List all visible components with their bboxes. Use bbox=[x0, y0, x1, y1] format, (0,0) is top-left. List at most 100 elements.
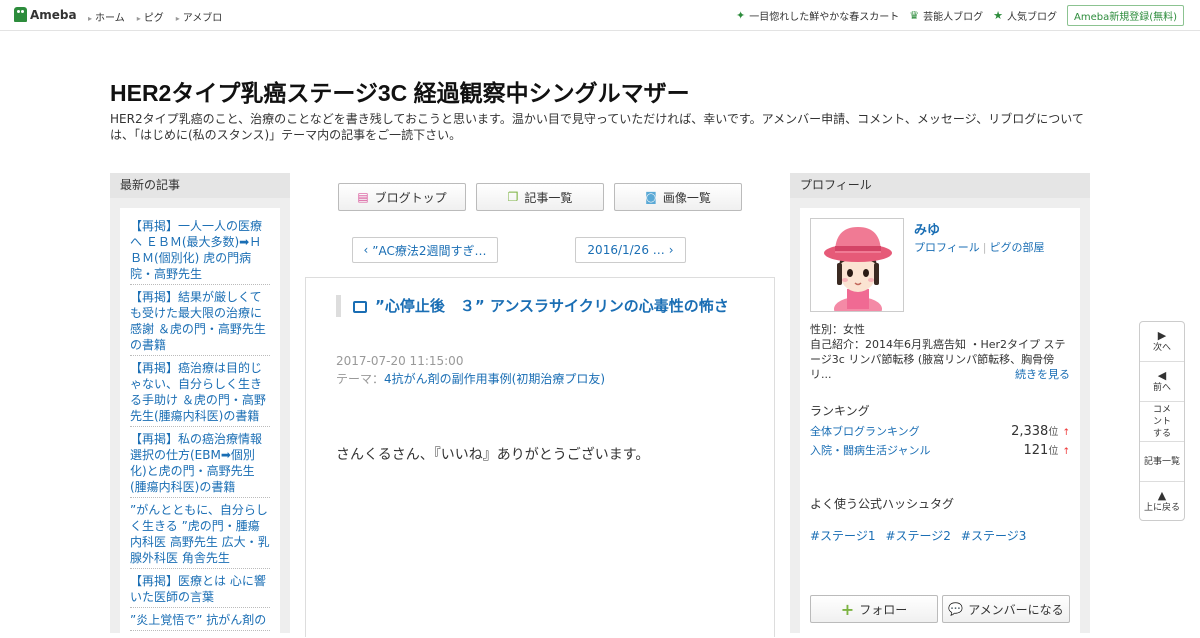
triangle-up-icon: ▲ bbox=[1157, 489, 1167, 502]
back-to-top-button[interactable]: ▲ 上に戻る bbox=[1140, 482, 1184, 522]
hashtag-link[interactable]: #ステージ1 bbox=[810, 527, 875, 544]
separator: | bbox=[982, 241, 987, 254]
image-list-label: 画像一覧 bbox=[662, 190, 711, 205]
speech-bubble-icon: 💬 bbox=[948, 602, 964, 616]
comment-label: コメントする bbox=[1152, 404, 1171, 439]
document-icon: ▤ bbox=[357, 190, 369, 204]
nav-pigg[interactable]: ▸ ピグ bbox=[137, 9, 164, 24]
pigg-room-link[interactable]: ピグの部屋 bbox=[990, 241, 1045, 254]
reblog-icon bbox=[353, 300, 367, 313]
profile-link[interactable]: プロフィール bbox=[914, 241, 980, 254]
ameba-logo[interactable]: Ameba bbox=[14, 7, 77, 22]
crown-icon: ♛ bbox=[909, 9, 920, 22]
hashtag-heading: よく使う公式ハッシュタグ bbox=[810, 497, 955, 511]
entry-theme: テーマ：4抗がん剤の副作用事例(初期治療プロ友) bbox=[336, 370, 605, 387]
promo-link[interactable]: ✦ 一目惚れした鮮やかな春スカート bbox=[736, 8, 899, 23]
overall-ranking-link[interactable]: 全体ブログランキング bbox=[810, 423, 920, 439]
ranking-row: 入院・闘病生活ジャンル 121位 ↑ bbox=[810, 442, 1070, 458]
ranking-row: 全体ブログランキング 2,338位 ↑ bbox=[810, 423, 1070, 439]
entry-title-text: ”心停止後 ３” アンスラサイクリンの心毒性の怖さ bbox=[375, 297, 729, 315]
blog-entry: ”心停止後 ３” アンスラサイクリンの心毒性の怖さ 2017-07-20 11:… bbox=[305, 277, 775, 637]
camera-icon: ◙ bbox=[645, 190, 657, 204]
recent-article-link[interactable]: 【再掲】一人一人の医療へ ＥＢＭ(最大多数)➡ＨＢＭ(個別化) 虎の門病院・高野… bbox=[130, 219, 262, 281]
floating-nav: ▶ 次へ ◀ 前へ コメントする 記事一覧 ▲ 上に戻る bbox=[1139, 321, 1185, 521]
nav-ameblo[interactable]: ▸ アメブロ bbox=[176, 9, 223, 24]
star-icon: ✦ bbox=[736, 9, 746, 22]
profile-links: プロフィール | ピグの部屋 bbox=[914, 239, 1045, 255]
list-icon: ❐ bbox=[507, 190, 519, 204]
star-icon: ★ bbox=[993, 9, 1003, 22]
plus-icon: + bbox=[840, 599, 855, 619]
next-button[interactable]: ▶ 次へ bbox=[1140, 322, 1184, 362]
celebrity-blog-label: 芸能人ブログ bbox=[923, 12, 984, 23]
recent-articles-list: 【再掲】一人一人の医療へ ＥＢＭ(最大多数)➡ＨＢＭ(個別化) 虎の門病院・高野… bbox=[120, 208, 280, 638]
blog-top-label: ブログトップ bbox=[374, 190, 447, 205]
top-nav: ▸ ホーム ▸ ピグ ▸ アメブロ bbox=[88, 9, 222, 24]
next-article-button[interactable]: 2016/1/26 … › bbox=[575, 237, 686, 263]
nav-pigg-label: ピグ bbox=[143, 13, 164, 24]
celebrity-blog-link[interactable]: ♛ 芸能人ブログ bbox=[909, 8, 983, 23]
play-left-icon: ◀ bbox=[1157, 368, 1167, 382]
top-bar: Ameba ▸ ホーム ▸ ピグ ▸ アメブロ ✦ 一目惚れした鮮やかな春スカート ♛ 芸… bbox=[0, 0, 1200, 31]
prev-label: 前へ bbox=[1152, 382, 1171, 393]
ameba-logo-icon bbox=[14, 7, 27, 22]
amember-label: アメンバーになる bbox=[968, 602, 1064, 617]
prev-button[interactable]: ◀ 前へ bbox=[1140, 362, 1184, 402]
profile-content: みゆ プロフィール | ピグの部屋 性別：女性 自己紹介：2014年6月乳癌告知 ・… bbox=[800, 208, 1080, 638]
amember-button[interactable]: 💬 アメンバーになる bbox=[942, 595, 1070, 623]
ranking-number: 121 bbox=[1023, 443, 1049, 458]
recent-article-link[interactable]: ”がんとともに、自分らしく生きる ”虎の門・腫瘍内科医 高野先生 広大・乳腺外科… bbox=[130, 503, 270, 565]
ranking-unit: 位 bbox=[1048, 446, 1059, 457]
recent-article-link[interactable]: ”炎上覚悟で” 抗がん剤の bbox=[130, 613, 266, 627]
blog-description: HER2タイプ乳癌のこと、治療のことなどを書き残しておこうと思います。温かい目で… bbox=[110, 112, 1084, 142]
recent-article-link[interactable]: 【再掲】癌治療は目的じゃない、自分らしく生きる手助け ＆虎の門・高野先生(腫瘍内… bbox=[130, 361, 266, 423]
recent-article-link[interactable]: 【再掲】私の癌治療情報選択の仕方(EBM➡個別化)と虎の門・高野先生(腫瘍内科医… bbox=[130, 432, 262, 494]
triangle-right-icon: ▸ bbox=[175, 14, 180, 23]
arrow-up-icon: ↑ bbox=[1062, 428, 1070, 438]
entry-title[interactable]: ”心停止後 ３” アンスラサイクリンの心毒性の怖さ bbox=[336, 295, 746, 317]
recent-articles-heading: 最新の記事 bbox=[110, 173, 290, 198]
recent-article-link[interactable]: 【再掲】医療とは 心に響いた医師の言葉 bbox=[130, 574, 266, 604]
entry-theme-link[interactable]: 4抗がん剤の副作用事例(初期治療プロ友) bbox=[384, 372, 605, 386]
next-article-label: 2016/1/26 … bbox=[587, 243, 665, 257]
article-list-label: 記事一覧 bbox=[524, 190, 573, 205]
arrow-up-icon: ↑ bbox=[1062, 447, 1070, 457]
entry-date: 2017-07-20 11:15:00 bbox=[336, 354, 464, 368]
blog-title[interactable]: HER2タイプ乳癌ステージ3C 経過観察中シングルマザー bbox=[110, 74, 690, 108]
image-list-button[interactable]: ◙ 画像一覧 bbox=[614, 183, 742, 211]
profile-gender: 性別：女性 bbox=[810, 323, 865, 336]
prev-article-label: ”AC療法2週間すぎ… bbox=[372, 243, 487, 258]
genre-ranking-link[interactable]: 入院・闘病生活ジャンル bbox=[810, 442, 930, 458]
follow-label: フォロー bbox=[859, 602, 908, 617]
ranking-unit: 位 bbox=[1048, 427, 1059, 438]
read-more-link[interactable]: 続きを見る bbox=[1015, 366, 1070, 382]
nav-ameblo-label: アメブロ bbox=[182, 13, 223, 24]
ranking-number: 2,338 bbox=[1011, 424, 1049, 439]
promo-label: 一目惚れした鮮やかな春スカート bbox=[749, 12, 900, 23]
comment-button[interactable]: コメントする bbox=[1140, 402, 1184, 442]
recent-articles-panel: 最新の記事 【再掲】一人一人の医療へ ＥＢＭ(最大多数)➡ＨＢＭ(個別化) 虎の… bbox=[110, 173, 290, 638]
popular-blog-label: 人気ブログ bbox=[1006, 12, 1057, 23]
avatar[interactable] bbox=[810, 218, 904, 312]
triangle-right-icon: ▸ bbox=[136, 14, 141, 23]
chevron-right-icon: › bbox=[668, 243, 674, 257]
article-list-button[interactable]: ❐ 記事一覧 bbox=[476, 183, 604, 211]
hashtag-link[interactable]: #ステージ3 bbox=[961, 527, 1026, 544]
blog-top-button[interactable]: ▤ ブログトップ bbox=[338, 183, 466, 211]
back-to-top-label: 上に戻る bbox=[1143, 503, 1180, 513]
article-list-float-label: 記事一覧 bbox=[1143, 456, 1180, 467]
popular-blog-link[interactable]: ★ 人気ブログ bbox=[993, 8, 1057, 23]
profile-heading: プロフィール bbox=[790, 173, 1090, 198]
profile-name[interactable]: みゆ bbox=[914, 219, 940, 238]
profile-panel: プロフィール みゆ プロフィール | ピグの部屋 性別：女性 自己紹介：2014… bbox=[790, 173, 1090, 638]
avatar-image bbox=[824, 227, 892, 311]
prev-article-button[interactable]: ‹ ”AC療法2週間すぎ… bbox=[352, 237, 498, 263]
ranking-value: 121位 ↑ bbox=[1023, 442, 1070, 458]
register-button[interactable]: Ameba新規登録(無料) bbox=[1066, 5, 1184, 26]
entry-theme-label: テーマ： bbox=[336, 372, 385, 386]
hashtag-link[interactable]: #ステージ2 bbox=[885, 527, 950, 544]
follow-button[interactable]: + フォロー bbox=[810, 595, 938, 623]
article-list-float-button[interactable]: 記事一覧 bbox=[1140, 442, 1184, 482]
nav-home[interactable]: ▸ ホーム bbox=[88, 9, 125, 24]
recent-article-link[interactable]: 【再掲】結果が厳しくても受けた最大限の治療に感謝 ＆虎の門・高野先生の書籍 bbox=[130, 290, 266, 352]
